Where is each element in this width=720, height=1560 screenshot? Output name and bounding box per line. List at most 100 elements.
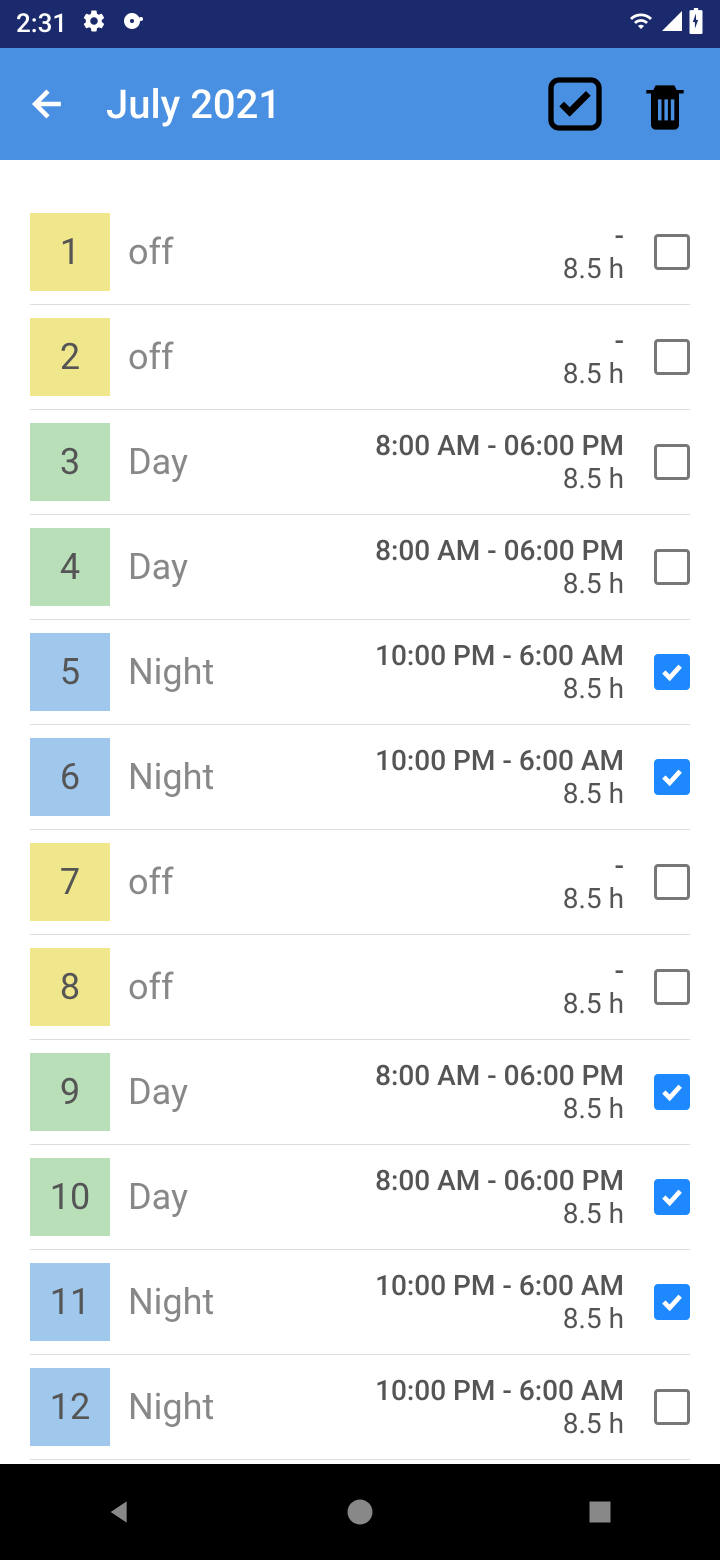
back-button[interactable] [20, 76, 76, 132]
shift-row[interactable]: 8 off - 8.5 h [30, 935, 690, 1040]
row-checkbox[interactable] [654, 759, 690, 795]
time-column: 8:00 AM - 06:00 PM 8.5 h [375, 1164, 644, 1230]
shift-row[interactable]: 12 Night 10:00 PM - 6:00 AM 8.5 h [30, 1355, 690, 1460]
shift-row[interactable]: 5 Night 10:00 PM - 6:00 AM 8.5 h [30, 620, 690, 725]
shift-row[interactable]: 10 Day 8:00 AM - 06:00 PM 8.5 h [30, 1145, 690, 1250]
duration: 8.5 h [375, 1092, 624, 1125]
shift-row[interactable]: 7 off - 8.5 h [30, 830, 690, 935]
time-column: 10:00 PM - 6:00 AM 8.5 h [375, 1269, 644, 1335]
status-time: 2:31 [16, 9, 67, 39]
shift-label: Night [128, 756, 248, 798]
row-checkbox[interactable] [654, 444, 690, 480]
row-checkbox[interactable] [654, 654, 690, 690]
row-checkbox[interactable] [654, 234, 690, 270]
time-range: - [563, 849, 624, 882]
duration: 8.5 h [563, 357, 624, 390]
shift-label: off [128, 861, 248, 903]
row-checkbox[interactable] [654, 339, 690, 375]
shift-row[interactable]: 3 Day 8:00 AM - 06:00 PM 8.5 h [30, 410, 690, 515]
day-badge: 10 [30, 1158, 110, 1236]
duration: 8.5 h [375, 672, 624, 705]
day-badge: 7 [30, 843, 110, 921]
row-checkbox[interactable] [654, 969, 690, 1005]
nav-back-button[interactable] [100, 1492, 140, 1532]
time-column: - 8.5 h [563, 219, 644, 285]
time-range: - [563, 954, 624, 987]
day-badge: 2 [30, 318, 110, 396]
day-badge: 9 [30, 1053, 110, 1131]
shift-row[interactable]: 1 off - 8.5 h [30, 200, 690, 305]
shift-label: Night [128, 651, 248, 693]
shift-label: Night [128, 1281, 248, 1323]
time-column: 8:00 AM - 06:00 PM 8.5 h [375, 429, 644, 495]
shift-row[interactable]: 6 Night 10:00 PM - 6:00 AM 8.5 h [30, 725, 690, 830]
day-badge: 4 [30, 528, 110, 606]
shift-label: Day [128, 441, 248, 483]
day-badge: 5 [30, 633, 110, 711]
row-checkbox[interactable] [654, 1179, 690, 1215]
duration: 8.5 h [563, 987, 624, 1020]
shift-label: Day [128, 546, 248, 588]
row-checkbox[interactable] [654, 549, 690, 585]
row-checkbox[interactable] [654, 1074, 690, 1110]
shift-label: off [128, 231, 248, 273]
app-bar: July 2021 [0, 48, 720, 160]
wifi-icon [626, 9, 656, 40]
day-badge: 6 [30, 738, 110, 816]
time-column: 10:00 PM - 6:00 AM 8.5 h [375, 1374, 644, 1440]
time-range: 10:00 PM - 6:00 AM [375, 639, 624, 672]
shift-row[interactable]: 2 off - 8.5 h [30, 305, 690, 410]
time-range: 8:00 AM - 06:00 PM [375, 429, 624, 462]
select-all-button[interactable] [540, 69, 610, 139]
time-column: - 8.5 h [563, 849, 644, 915]
nav-home-button[interactable] [340, 1492, 380, 1532]
disc-icon [121, 9, 145, 40]
signal-icon [660, 9, 684, 40]
duration: 8.5 h [375, 567, 624, 600]
shift-label: off [128, 336, 248, 378]
time-column: 8:00 AM - 06:00 PM 8.5 h [375, 534, 644, 600]
duration: 8.5 h [375, 777, 624, 810]
time-range: 10:00 PM - 6:00 AM [375, 744, 624, 777]
shift-row[interactable]: 4 Day 8:00 AM - 06:00 PM 8.5 h [30, 515, 690, 620]
time-range: 10:00 PM - 6:00 AM [375, 1374, 624, 1407]
shift-list: 1 off - 8.5 h 2 off - 8.5 h 3 Day 8:00 A… [0, 160, 720, 1460]
shift-label: Day [128, 1071, 248, 1113]
day-badge: 12 [30, 1368, 110, 1446]
time-range: 8:00 AM - 06:00 PM [375, 1059, 624, 1092]
duration: 8.5 h [375, 1302, 624, 1335]
row-checkbox[interactable] [654, 864, 690, 900]
time-column: 10:00 PM - 6:00 AM 8.5 h [375, 639, 644, 705]
nav-recent-button[interactable] [580, 1492, 620, 1532]
day-badge: 3 [30, 423, 110, 501]
shift-label: Night [128, 1386, 248, 1428]
duration: 8.5 h [375, 1197, 624, 1230]
shift-label: Day [128, 1176, 248, 1218]
status-bar: 2:31 [0, 0, 720, 48]
duration: 8.5 h [563, 252, 624, 285]
system-nav-bar [0, 1464, 720, 1560]
day-badge: 1 [30, 213, 110, 291]
page-title: July 2021 [106, 81, 520, 128]
settings-gear-icon [81, 8, 107, 41]
shift-row[interactable]: 11 Night 10:00 PM - 6:00 AM 8.5 h [30, 1250, 690, 1355]
time-column: - 8.5 h [563, 324, 644, 390]
row-checkbox[interactable] [654, 1389, 690, 1425]
day-badge: 8 [30, 948, 110, 1026]
time-column: 8:00 AM - 06:00 PM 8.5 h [375, 1059, 644, 1125]
time-column: - 8.5 h [563, 954, 644, 1020]
time-range: - [563, 324, 624, 357]
time-column: 10:00 PM - 6:00 AM 8.5 h [375, 744, 644, 810]
time-range: 8:00 AM - 06:00 PM [375, 1164, 624, 1197]
time-range: 8:00 AM - 06:00 PM [375, 534, 624, 567]
duration: 8.5 h [375, 462, 624, 495]
battery-icon [688, 8, 704, 41]
row-checkbox[interactable] [654, 1284, 690, 1320]
delete-button[interactable] [630, 69, 700, 139]
shift-label: off [128, 966, 248, 1008]
shift-row[interactable]: 9 Day 8:00 AM - 06:00 PM 8.5 h [30, 1040, 690, 1145]
time-range: 10:00 PM - 6:00 AM [375, 1269, 624, 1302]
day-badge: 11 [30, 1263, 110, 1341]
duration: 8.5 h [375, 1407, 624, 1440]
time-range: - [563, 219, 624, 252]
